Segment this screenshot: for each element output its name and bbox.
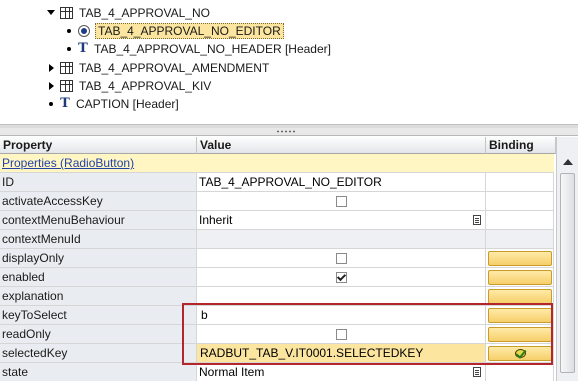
property-name: contextMenuBehaviour bbox=[0, 211, 197, 230]
expand-toggle[interactable] bbox=[46, 81, 56, 91]
property-value-input[interactable]: b bbox=[197, 306, 486, 325]
property-name: explanation bbox=[0, 287, 197, 306]
column-header-value[interactable]: Value bbox=[197, 137, 486, 154]
binding-cell bbox=[486, 344, 554, 363]
binding-cell bbox=[486, 363, 554, 381]
binding-button[interactable] bbox=[488, 289, 552, 304]
property-value-cell bbox=[197, 268, 486, 287]
property-value-bound[interactable]: RADBUT_TAB_V.IT0001.SELECTEDKEY bbox=[197, 344, 486, 363]
radio-button-icon bbox=[78, 24, 90, 37]
binding-cell bbox=[486, 249, 554, 268]
property-name: state bbox=[0, 363, 197, 381]
property-name: activateAccessKey bbox=[0, 192, 197, 211]
property-value-input[interactable]: TAB_4_APPROVAL_NO_EDITOR bbox=[197, 173, 486, 192]
tree-node-label: TAB_4_APPROVAL_NO_HEADER [Header] bbox=[94, 41, 331, 56]
property-checkbox[interactable] bbox=[336, 253, 347, 264]
properties-group-link[interactable]: Properties (RadioButton) bbox=[2, 156, 134, 170]
property-name: readOnly bbox=[0, 325, 197, 344]
tree-node-tab-4-approval-kiv[interactable]: TAB_4_APPROVAL_KIV bbox=[46, 77, 211, 94]
triangle-right-icon bbox=[48, 81, 54, 90]
tree-node-tab-4-approval-no-editor[interactable]: TAB_4_APPROVAL_NO_EDITOR bbox=[64, 22, 284, 39]
tree-node-label: CAPTION [Header] bbox=[76, 96, 179, 111]
tree-node-caption[interactable]: T CAPTION [Header] bbox=[46, 95, 179, 112]
group-cell: Properties (RadioButton) bbox=[0, 154, 554, 173]
table-icon bbox=[60, 61, 73, 74]
property-checkbox-checked[interactable] bbox=[336, 272, 347, 283]
binding-button[interactable] bbox=[488, 327, 552, 342]
table-icon bbox=[60, 6, 73, 19]
tree-node-tab-4-approval-no-header[interactable]: T TAB_4_APPROVAL_NO_HEADER [Header] bbox=[64, 40, 331, 57]
binding-button[interactable] bbox=[488, 270, 552, 285]
property-name: enabled bbox=[0, 268, 197, 287]
leaf-bullet-icon bbox=[49, 101, 53, 106]
property-name: ID bbox=[0, 173, 197, 192]
select-value: Normal Item bbox=[199, 365, 265, 379]
property-value-cell bbox=[197, 192, 486, 211]
tree-node-tab-4-approval-no[interactable]: TAB_4_APPROVAL_NO bbox=[46, 4, 210, 21]
binding-button[interactable] bbox=[488, 251, 552, 266]
property-grid: Property Value Binding Properties (Radio… bbox=[0, 137, 578, 381]
binding-cell bbox=[486, 173, 554, 192]
ui-element-tree: TAB_4_APPROVAL_NO TAB_4_APPROVAL_NO_EDIT… bbox=[0, 0, 578, 124]
binding-cell bbox=[486, 211, 554, 230]
leaf-bullet-icon bbox=[67, 28, 71, 33]
expand-toggle[interactable] bbox=[46, 8, 56, 18]
property-value-cell bbox=[197, 325, 486, 344]
property-value-readonly bbox=[197, 230, 486, 249]
property-value-select[interactable]: Inherit bbox=[197, 211, 486, 230]
binding-button-bound[interactable] bbox=[488, 346, 552, 361]
text-view-icon: T bbox=[60, 96, 70, 111]
table-icon bbox=[60, 79, 73, 92]
tree-node-tab-4-approval-amendment[interactable]: TAB_4_APPROVAL_AMENDMENT bbox=[46, 59, 269, 76]
property-name: keyToSelect bbox=[0, 306, 197, 325]
value-help-icon[interactable] bbox=[473, 367, 481, 377]
property-checkbox[interactable] bbox=[336, 196, 347, 207]
property-value-input[interactable] bbox=[197, 287, 486, 306]
scrollbar-thumb[interactable] bbox=[560, 173, 575, 373]
panel-splitter[interactable] bbox=[0, 128, 578, 136]
expand-toggle[interactable] bbox=[46, 63, 56, 73]
property-name: contextMenuId bbox=[0, 230, 197, 249]
value-help-icon[interactable] bbox=[473, 215, 481, 225]
property-name: selectedKey bbox=[0, 344, 197, 363]
grid-vertical-scrollbar[interactable] bbox=[556, 137, 578, 381]
binding-button[interactable] bbox=[488, 308, 552, 323]
tree-node-label: TAB_4_APPROVAL_NO bbox=[79, 5, 210, 20]
text-view-icon: T bbox=[78, 41, 88, 56]
splitter-grip-icon[interactable] bbox=[276, 130, 296, 133]
select-value: Inherit bbox=[199, 213, 233, 227]
property-name: displayOnly bbox=[0, 249, 197, 268]
property-value-cell bbox=[197, 249, 486, 268]
binding-cell bbox=[486, 192, 554, 211]
binding-cell bbox=[486, 268, 554, 287]
column-header-property[interactable]: Property bbox=[0, 137, 197, 154]
tree-node-label: TAB_4_APPROVAL_NO_EDITOR bbox=[95, 22, 284, 39]
property-value-select[interactable]: Normal Item bbox=[197, 363, 486, 381]
triangle-right-icon bbox=[48, 63, 54, 72]
leaf-bullet-icon bbox=[67, 46, 71, 51]
scroll-up-arrow-icon[interactable] bbox=[563, 159, 573, 165]
property-checkbox[interactable] bbox=[336, 329, 347, 340]
tree-node-label: TAB_4_APPROVAL_AMENDMENT bbox=[79, 60, 270, 75]
binding-cell bbox=[486, 325, 554, 344]
binding-cell bbox=[486, 306, 554, 325]
tree-node-label: TAB_4_APPROVAL_KIV bbox=[79, 78, 212, 93]
binding-cell bbox=[486, 230, 554, 249]
triangle-down-icon bbox=[47, 10, 55, 15]
binding-active-icon bbox=[514, 348, 527, 359]
column-header-binding[interactable]: Binding bbox=[486, 137, 556, 154]
binding-cell bbox=[486, 287, 554, 306]
